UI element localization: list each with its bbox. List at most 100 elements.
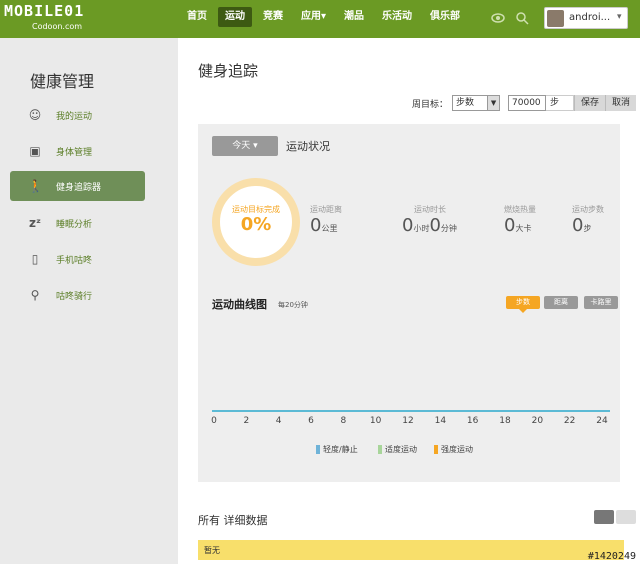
logo-site: Codoon.com xyxy=(32,22,83,31)
save-button[interactable]: 保存 xyxy=(574,95,606,111)
stat-value: 0 xyxy=(504,215,516,236)
stat-label: 运动步数 xyxy=(572,205,604,214)
x-tick-label: 22 xyxy=(563,416,576,426)
tab-steps[interactable]: 步数 xyxy=(506,296,540,309)
top-nav: MOBILE01 Codoon.com 首页 运动 竞赛 应用▾ 潮品 乐活动 … xyxy=(0,0,640,38)
sidebar-item-my-sports[interactable]: ☺ 我的运动 xyxy=(10,100,145,130)
stat-unit-2: 分钟 xyxy=(440,224,457,233)
x-tick-label: 0 xyxy=(211,416,217,426)
stat-label: 运动时长 xyxy=(414,205,446,214)
stat-label: 运动距离 xyxy=(310,205,342,214)
sleep-icon: zᶻ xyxy=(29,216,41,230)
stat-value: 0 xyxy=(310,215,322,236)
list-view-button[interactable] xyxy=(594,510,614,524)
day-select-button[interactable]: 今天 ▾ xyxy=(212,136,278,156)
watermark: #1420249 xyxy=(587,551,636,562)
goal-type-select[interactable]: 步数 ▼ xyxy=(452,95,501,111)
site-logo[interactable]: MOBILE01 Codoon.com xyxy=(0,0,160,38)
sidebar-item-label: 睡眠分析 xyxy=(56,220,93,230)
stat-unit: 步 xyxy=(583,224,592,233)
legend-label: 强度运动 xyxy=(441,445,473,454)
legend-label: 适度运动 xyxy=(385,445,417,454)
x-tick-label: 8 xyxy=(340,416,347,426)
sidebar-item-label: 健身追踪器 xyxy=(56,183,102,193)
x-tick-label: 20 xyxy=(531,416,544,426)
main-nav: 首页 运动 竞赛 应用▾ 潮品 乐活动 俱乐部 xyxy=(180,7,467,27)
legend-intense: 强度运动 xyxy=(434,444,473,455)
curve-title: 运动曲线图 xyxy=(212,298,267,311)
user-name: androi... xyxy=(569,12,611,23)
tab-calories[interactable]: 卡路里 xyxy=(584,296,618,309)
x-tick-label: 2 xyxy=(243,416,250,426)
empty-data-bar: 暂无 xyxy=(198,540,624,560)
nav-home[interactable]: 首页 xyxy=(180,7,214,27)
sidebar-item-label: 手机咕咚 xyxy=(56,256,93,266)
curve-subtitle: 每20分钟 xyxy=(278,301,308,309)
nav-club[interactable]: 俱乐部 xyxy=(423,7,467,27)
smiley-icon: ☺ xyxy=(28,108,42,122)
x-tick-label: 6 xyxy=(308,416,314,426)
bike-icon: ⚲ xyxy=(30,288,40,302)
x-tick-label: 4 xyxy=(275,416,282,426)
detail-title: 所有 详细数据 xyxy=(198,514,268,527)
legend-label: 轻度/静止 xyxy=(323,445,358,454)
x-tick-label: 24 xyxy=(596,416,608,426)
x-tick-label: 18 xyxy=(499,416,511,426)
phone-icon: ▯ xyxy=(31,252,39,266)
avatar xyxy=(547,10,564,27)
sidebar-item-sleep[interactable]: zᶻ 睡眠分析 xyxy=(10,208,145,238)
legend-swatch xyxy=(378,445,382,454)
stat-distance: 运动距离 0公里 xyxy=(310,204,400,236)
goal-progress-ring: 运动目标完成 0% xyxy=(212,178,300,266)
tab-distance[interactable]: 距离 xyxy=(544,296,578,309)
cancel-button[interactable]: 取消 xyxy=(605,95,637,111)
chevron-down-icon: ▾ xyxy=(617,12,622,22)
nav-apps[interactable]: 应用▾ xyxy=(294,7,333,27)
sidebar-item-bike[interactable]: ⚲ 咕咚骑行 xyxy=(10,280,145,310)
nav-competition[interactable]: 竞赛 xyxy=(256,7,290,27)
sidebar-item-label: 身体管理 xyxy=(56,148,93,158)
scale-icon: ▣ xyxy=(29,144,41,158)
logo-text: MOBILE01 xyxy=(4,2,85,20)
sidebar-item-body[interactable]: ▣ 身体管理 xyxy=(10,136,145,166)
nav-products[interactable]: 潮品 xyxy=(337,7,371,27)
chart-baseline xyxy=(212,410,610,412)
legend-light: 轻度/静止 xyxy=(316,444,358,455)
sidebar-item-tracker[interactable]: 🚶 健身追踪器 xyxy=(10,171,145,201)
stat-steps: 运动步数 0步 xyxy=(572,204,640,236)
weekly-goal: 周目标： 步数 ▼ 70000 步 保存 取消 xyxy=(412,94,637,112)
sidebar-title: 健康管理 xyxy=(30,72,95,91)
sidebar-item-label: 咕咚骑行 xyxy=(56,292,93,302)
activity-panel: 今天 ▾ 运动状况 运动目标完成 0% 运动距离 0公里 运动时长 0小时0分钟… xyxy=(198,124,620,482)
sidebar-item-phone[interactable]: ▯ 手机咕咚 xyxy=(10,244,145,274)
goal-value-input[interactable]: 70000 xyxy=(508,95,547,111)
main-content: 健身追踪 周目标： 步数 ▼ 70000 步 保存 取消 今天 ▾ 运动状况 运… xyxy=(178,38,640,564)
stat-unit: 公里 xyxy=(321,224,338,233)
legend-swatch xyxy=(434,445,438,454)
stat-value-2: 0 xyxy=(429,215,441,236)
nav-events[interactable]: 乐活动 xyxy=(375,7,419,27)
x-tick-label: 14 xyxy=(434,416,447,426)
search-icon[interactable] xyxy=(515,11,529,25)
sidebar-item-label: 我的运动 xyxy=(56,112,93,122)
goal-unit: 步 xyxy=(546,95,575,111)
legend-swatch xyxy=(316,445,320,454)
goal-label: 周目标： xyxy=(412,99,449,110)
eye-icon[interactable] xyxy=(491,11,505,25)
stat-duration: 运动时长 0小时0分钟 xyxy=(402,204,492,236)
stat-unit: 大卡 xyxy=(515,224,532,233)
ring-value: 0% xyxy=(240,214,272,235)
sidebar: 健康管理 ☺ 我的运动 ▣ 身体管理 🚶 健身追踪器 zᶻ 睡眠分析 ▯ 手机咕… xyxy=(0,38,178,564)
stat-unit: 小时 xyxy=(413,224,430,233)
stat-value: 0 xyxy=(572,215,584,236)
goal-type-value: 步数 xyxy=(456,98,475,108)
grid-view-button[interactable] xyxy=(616,510,636,524)
empty-text: 暂无 xyxy=(204,546,220,555)
x-tick-label: 10 xyxy=(369,416,382,426)
walker-icon: 🚶 xyxy=(28,179,43,193)
user-menu[interactable]: androi... ▾ xyxy=(544,7,628,29)
nav-sports[interactable]: 运动 xyxy=(218,7,252,27)
stat-value: 0 xyxy=(402,215,414,236)
page-title: 健身追踪 xyxy=(198,62,259,80)
x-tick-label: 12 xyxy=(402,416,414,426)
